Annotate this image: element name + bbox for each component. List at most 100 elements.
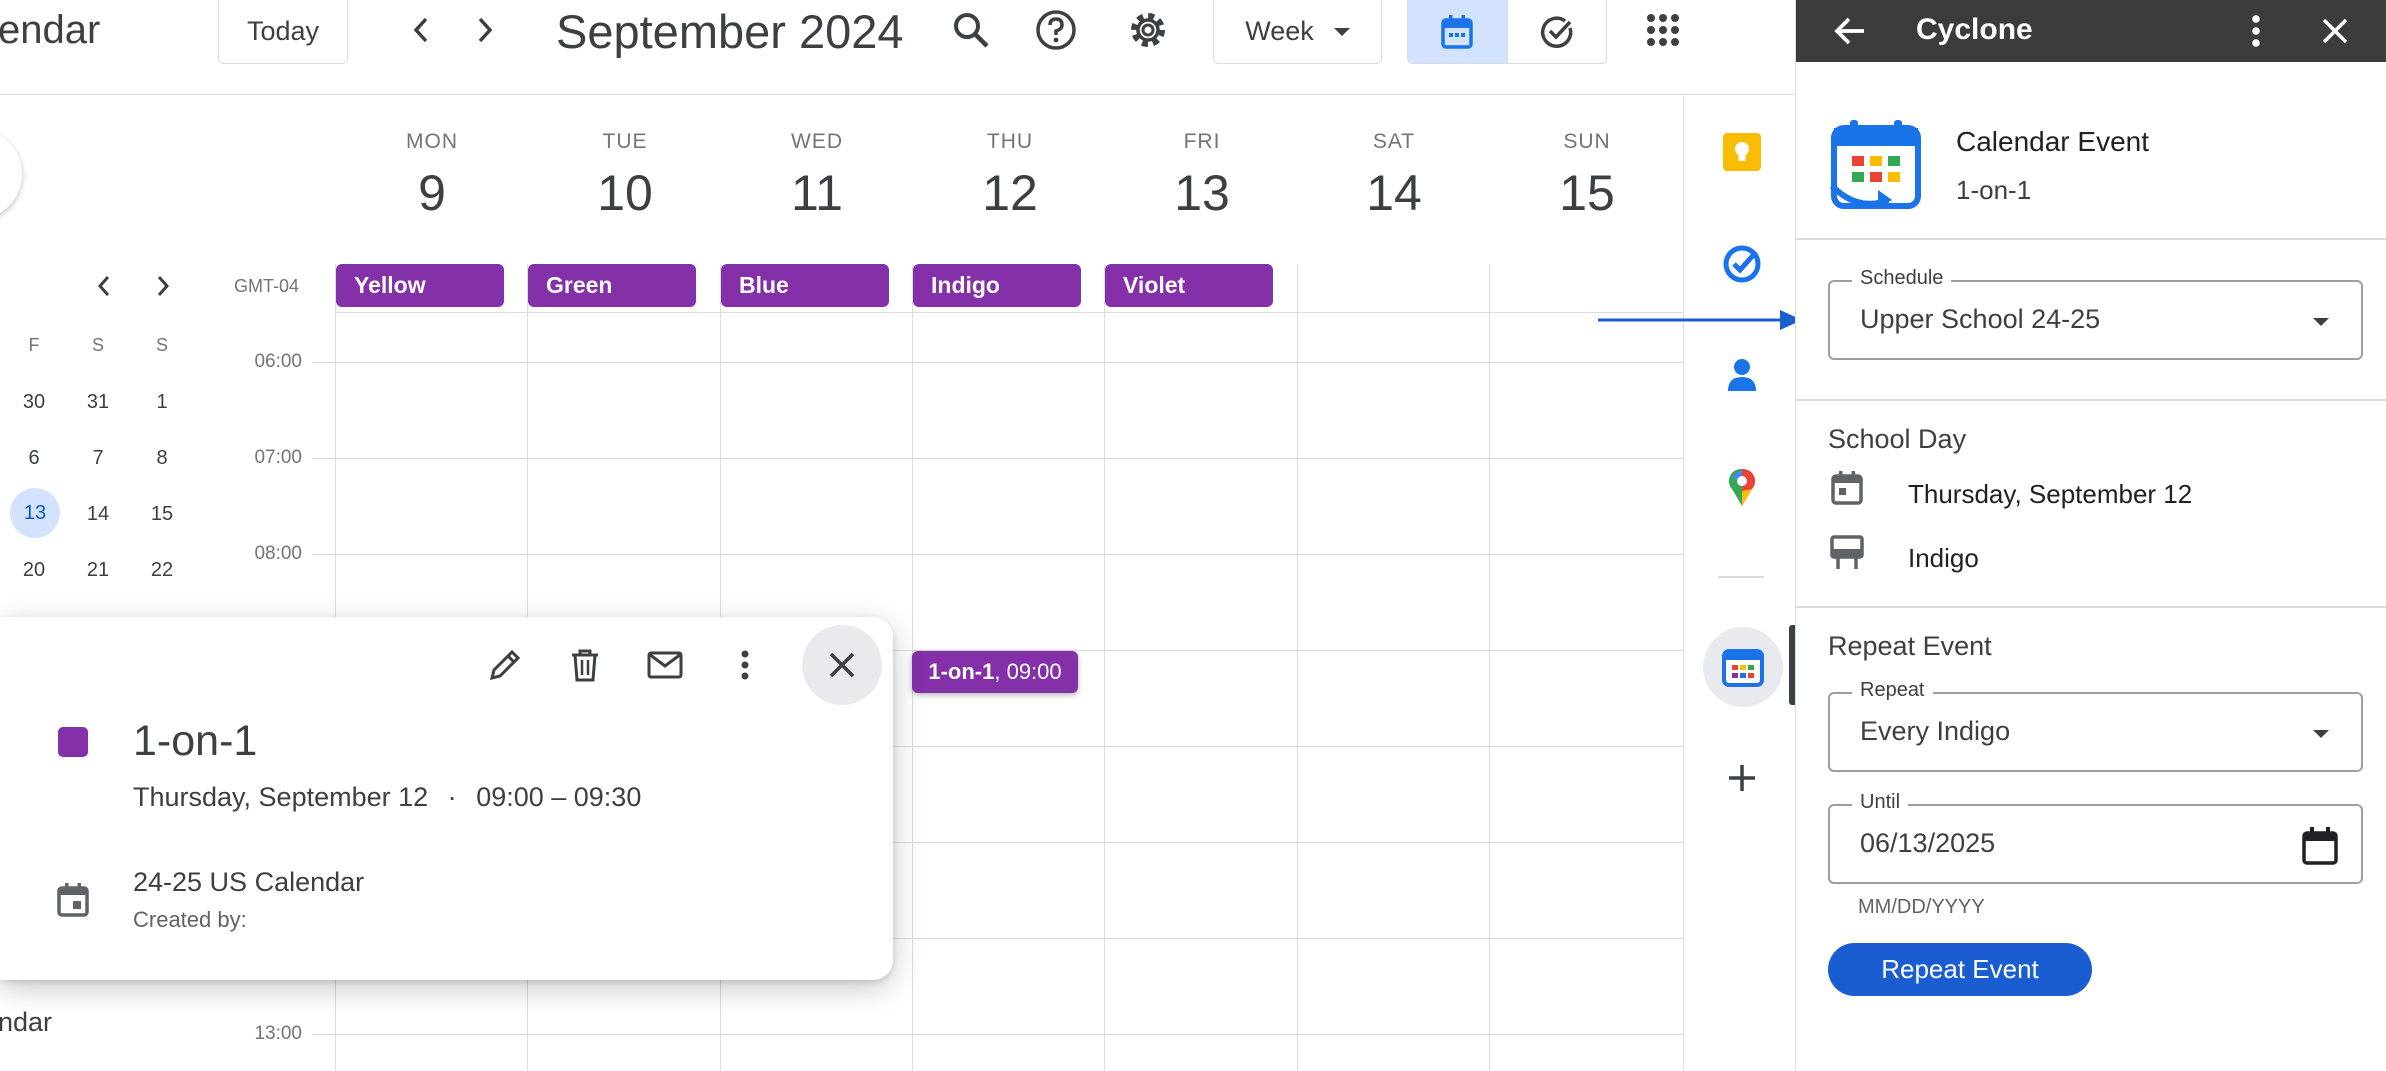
- calendar-icon: [1441, 14, 1473, 49]
- all-day-chip-green[interactable]: Green: [528, 264, 696, 307]
- mini-day[interactable]: 22: [140, 559, 184, 582]
- event-chip-comma: ,: [994, 659, 1007, 684]
- day-header-sun[interactable]: SUN 15: [1491, 130, 1683, 222]
- mini-day[interactable]: 15: [140, 503, 184, 526]
- view-select[interactable]: Week: [1213, 0, 1382, 64]
- delete-event-button[interactable]: [557, 637, 613, 693]
- get-addons-button[interactable]: [1722, 758, 1762, 798]
- close-icon: [829, 652, 855, 678]
- mini-day[interactable]: 21: [76, 559, 120, 582]
- day-header-sat[interactable]: SAT 14: [1298, 130, 1490, 222]
- event-chip-1-on-1[interactable]: 1-on-1, 09:00: [912, 651, 1078, 693]
- block-icon: [1830, 535, 1864, 571]
- contacts-icon: [1728, 359, 1756, 391]
- calendar-list-label: ndar: [0, 1007, 53, 1037]
- all-day-chip-yellow[interactable]: Yellow: [336, 264, 504, 307]
- day-number: 11: [791, 165, 843, 221]
- mail-icon: [647, 651, 683, 679]
- day-header-tue[interactable]: TUE 10: [529, 130, 721, 222]
- day-header-wed[interactable]: WED 11: [721, 130, 913, 222]
- close-popover-button[interactable]: [802, 625, 882, 705]
- more-vert-icon: [2252, 15, 2260, 47]
- mini-day[interactable]: 14: [76, 503, 120, 526]
- grid-line: [312, 1034, 1683, 1035]
- event-time: 09:00 – 09:30: [476, 782, 642, 812]
- chevron-left-icon: [413, 17, 428, 43]
- grid-line: [312, 362, 1683, 363]
- day-header-mon[interactable]: MON 9: [336, 130, 528, 222]
- day-number: 14: [1366, 165, 1422, 221]
- day-number: 10: [597, 165, 653, 221]
- keep-icon: [1723, 133, 1761, 171]
- chevron-right-icon: [157, 276, 170, 296]
- repeat-event-button[interactable]: Repeat Event: [1828, 943, 2092, 996]
- mini-day[interactable]: 8: [140, 447, 184, 470]
- today-button[interactable]: Today: [218, 0, 348, 64]
- section-divider: [1796, 606, 2386, 608]
- day-header-fri[interactable]: FRI 13: [1106, 130, 1298, 222]
- maps-button[interactable]: [1722, 467, 1762, 507]
- keep-button[interactable]: [1722, 132, 1762, 172]
- schedule-label: Schedule: [1852, 267, 1952, 290]
- event-calendar-name: 24-25 US Calendar: [133, 867, 365, 897]
- caret-down-icon: [1333, 27, 1350, 36]
- mini-day[interactable]: 20: [12, 559, 56, 582]
- back-button[interactable]: [1822, 3, 1878, 59]
- contacts-button[interactable]: [1722, 355, 1762, 395]
- all-day-chip-indigo[interactable]: Indigo: [913, 264, 1081, 307]
- grid-line: [312, 458, 1683, 459]
- calendar-icon: [56, 882, 90, 918]
- timezone-label: GMT-04: [234, 276, 300, 296]
- mini-weekday: F: [28, 335, 40, 355]
- all-day-chip-violet[interactable]: Violet: [1105, 264, 1273, 307]
- search-button[interactable]: [943, 2, 999, 58]
- mini-prev-button[interactable]: [76, 258, 132, 314]
- apps-button[interactable]: [1635, 2, 1691, 58]
- day-number: 15: [1559, 165, 1615, 221]
- trash-icon: [572, 649, 598, 682]
- event-chip-time: 09:00: [1006, 659, 1062, 684]
- cyclone-addon-button[interactable]: [1703, 627, 1783, 707]
- settings-button[interactable]: [1120, 2, 1176, 58]
- app-title: endar: [0, 8, 101, 52]
- until-date-field[interactable]: Until 06/13/2025: [1828, 791, 2363, 884]
- caret-down-icon: [2313, 730, 2329, 738]
- email-guests-button[interactable]: [637, 637, 693, 693]
- edit-event-button[interactable]: [477, 637, 533, 693]
- gear-icon: [1131, 13, 1165, 47]
- mini-day[interactable]: 31: [76, 391, 120, 414]
- day-of-week: SUN: [1563, 130, 1611, 153]
- until-value: 06/13/2025: [1860, 828, 1996, 858]
- panel-close-button[interactable]: [2307, 3, 2363, 59]
- help-button[interactable]: [1028, 2, 1084, 58]
- mini-day[interactable]: 1: [140, 391, 184, 414]
- mini-day-selected[interactable]: 13: [10, 488, 60, 538]
- section-divider: [1796, 238, 2386, 240]
- more-options-button[interactable]: [717, 637, 773, 693]
- grid-line: [312, 554, 1683, 555]
- schedule-select[interactable]: Schedule Upper School 24-25: [1828, 267, 2363, 360]
- event-date-icon: [1830, 470, 1864, 506]
- tasks-view-toggle[interactable]: [1506, 0, 1607, 63]
- all-day-chip-blue[interactable]: Blue: [721, 264, 889, 307]
- schedule-value: Upper School 24-25: [1860, 304, 2101, 334]
- mini-next-button[interactable]: [135, 258, 191, 314]
- plus-icon: [1729, 765, 1755, 791]
- panel-header: Cyclone: [1796, 0, 2386, 62]
- prev-week-button[interactable]: [393, 2, 449, 58]
- card-subtitle: 1-on-1: [1956, 175, 2032, 205]
- tasks-button[interactable]: [1722, 244, 1762, 284]
- next-week-button[interactable]: [457, 2, 513, 58]
- date-picker-icon[interactable]: [2301, 826, 2339, 866]
- mini-day[interactable]: 6: [12, 447, 56, 470]
- create-button[interactable]: [0, 128, 22, 220]
- day-header-thu[interactable]: THU 12: [914, 130, 1106, 222]
- mini-day[interactable]: 30: [12, 391, 56, 414]
- mini-day[interactable]: 7: [76, 447, 120, 470]
- mini-day-selected-label: 13: [23, 501, 47, 524]
- cyclone-logo-icon: [1828, 116, 1924, 212]
- panel-more-button[interactable]: [2228, 3, 2284, 59]
- repeat-select[interactable]: Repeat Every Indigo: [1828, 679, 2363, 772]
- calendar-view-toggle[interactable]: [1408, 0, 1507, 63]
- hour-label: 13:00: [254, 1023, 302, 1044]
